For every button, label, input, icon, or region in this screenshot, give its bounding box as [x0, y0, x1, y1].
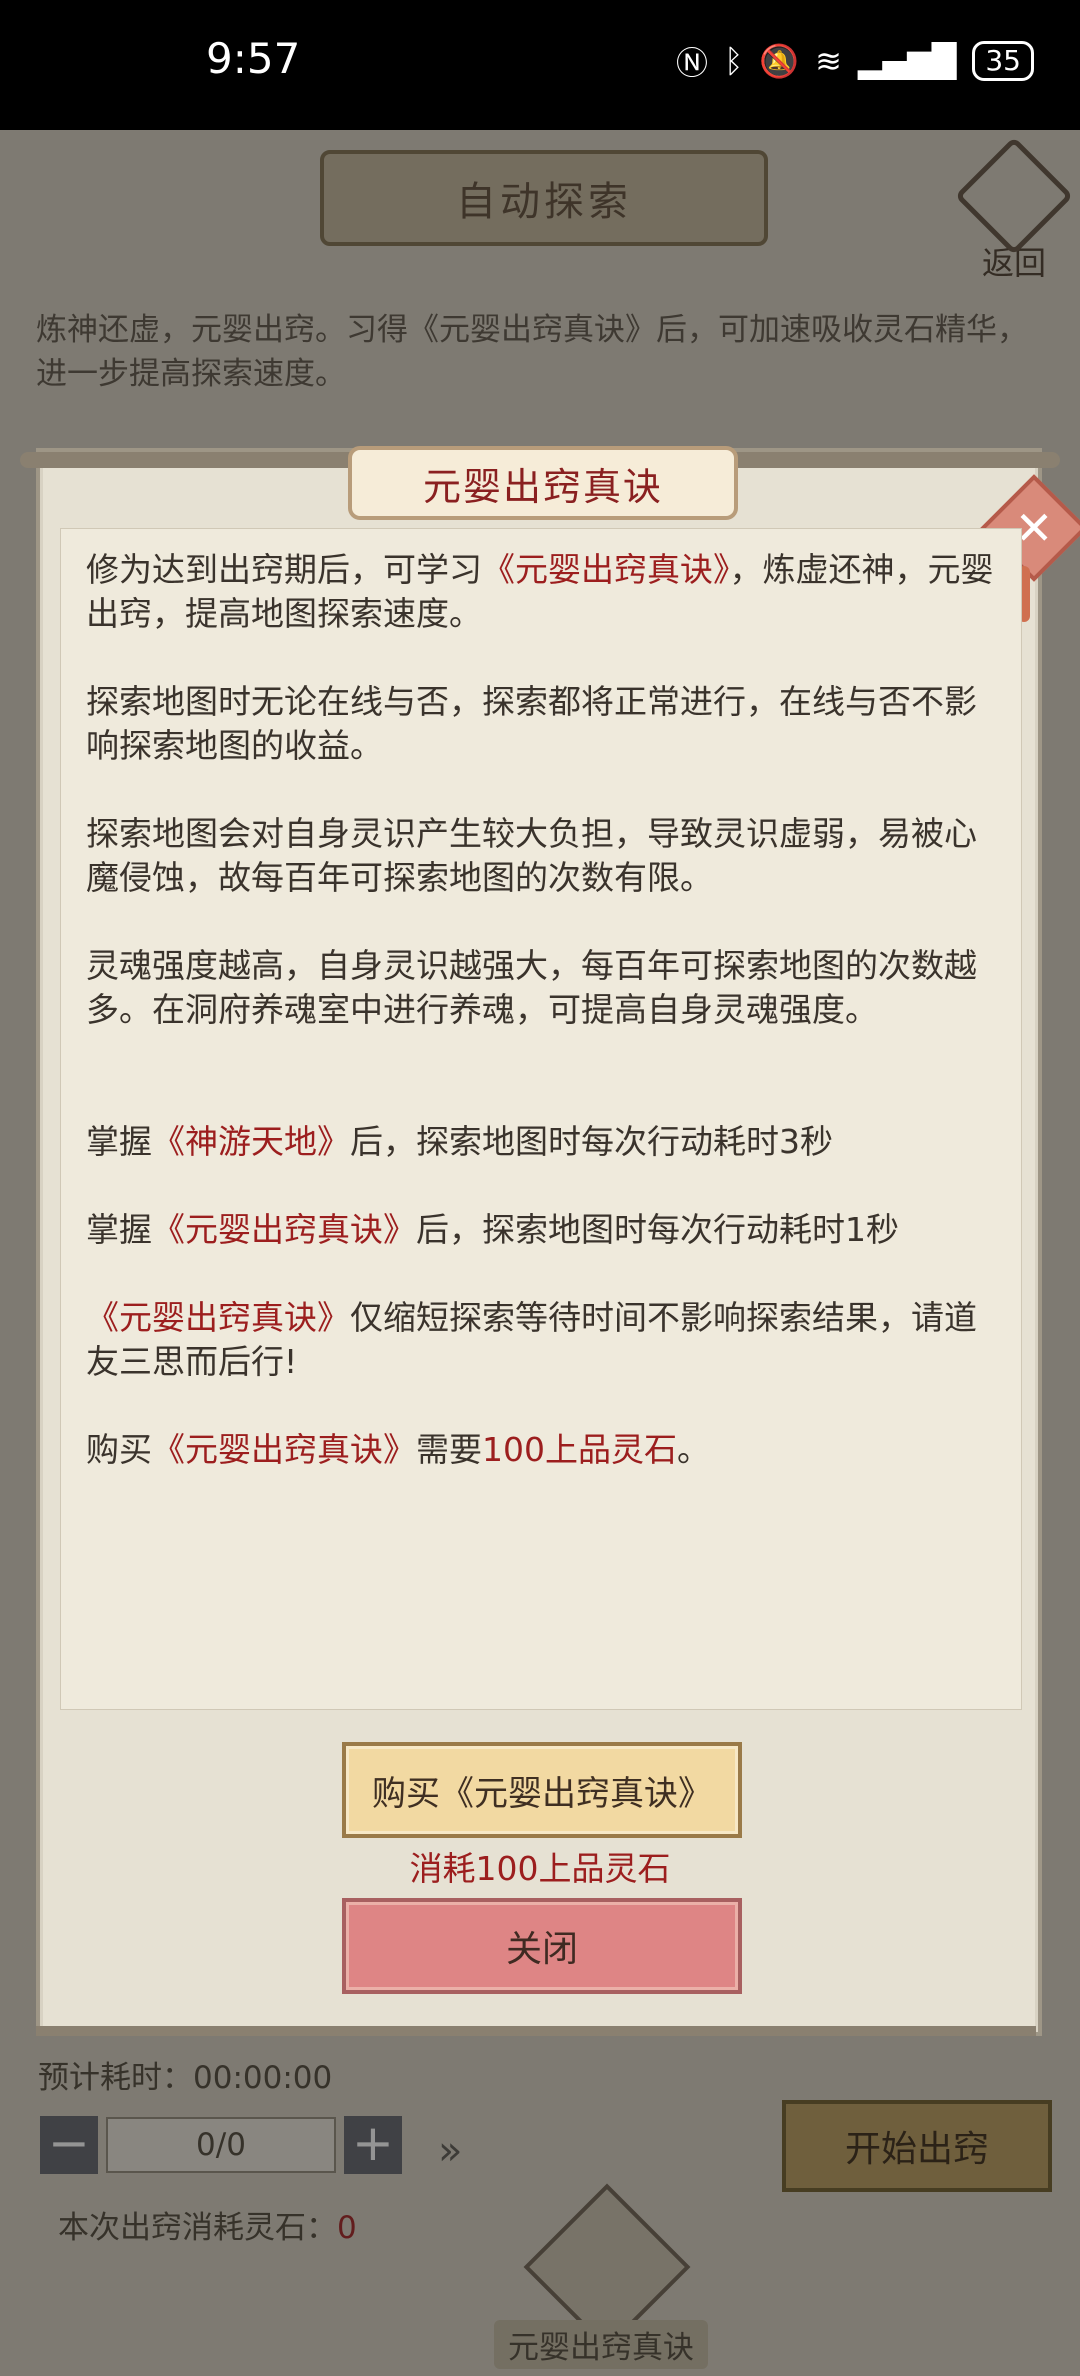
paragraph-7: 《元婴出窍真诀》仅缩短探索等待时间不影响探索结果，请道友三思而后行!: [86, 1296, 996, 1384]
paragraph-6: 掌握《元婴出窍真诀》后，探索地图时每次行动耗时1秒: [86, 1208, 996, 1252]
buy-button[interactable]: 购买《元婴出窍真诀》: [342, 1742, 742, 1838]
highlight-text: 《神游天地》: [152, 1122, 350, 1161]
status-icons: Ⓝ ᛒ 🔕 ≋ ▂▄▆█ 35: [676, 38, 1034, 84]
paragraph-5: 掌握《神游天地》后，探索地图时每次行动耗时3秒: [86, 1120, 996, 1164]
5g-signal-icon: ▂▄▆█: [857, 42, 957, 80]
text: 后，探索地图时每次行动耗时3秒: [350, 1122, 833, 1161]
nfc-icon: Ⓝ: [676, 44, 709, 82]
highlight-text: 《元婴出窍真诀》: [152, 1430, 416, 1469]
text: 修为达到出窍期后，可学习: [86, 550, 482, 589]
consume-text: 消耗100上品灵石: [409, 1849, 671, 1888]
bluetooth-icon: ᛒ: [724, 42, 744, 80]
text: 探索地图时无论在线与否，探索都将正常进行，在线与否不影响探索地图的收益。: [86, 682, 977, 765]
clock: 9:57: [206, 34, 301, 83]
paragraph-4: 灵魂强度越高，自身灵识越强大，每百年可探索地图的次数越多。在洞府养魂室中进行养魂…: [86, 944, 996, 1032]
text: 后，探索地图时每次行动耗时1秒: [416, 1210, 899, 1249]
text: 探索地图会对自身灵识产生较大负担，导致灵识虚弱，易被心魔侵蚀，故每百年可探索地图…: [86, 814, 977, 897]
paragraph-1: 修为达到出窍期后，可学习《元婴出窍真诀》，炼虚还神，元婴出窍，提高地图探索速度。: [86, 548, 996, 636]
battery-icon: 35: [972, 41, 1034, 81]
dialog-title: 元婴出窍真诀: [348, 446, 738, 520]
paragraph-2: 探索地图时无论在线与否，探索都将正常进行，在线与否不影响探索地图的收益。: [86, 680, 996, 768]
text: 掌握: [86, 1122, 152, 1161]
close-button[interactable]: 关闭: [342, 1898, 742, 1994]
status-bar: 9:57 Ⓝ ᛒ 🔕 ≋ ▂▄▆█ 35: [0, 0, 1080, 130]
text: 购买: [86, 1430, 152, 1469]
text: 。: [677, 1430, 710, 1469]
highlight-text: 《元婴出窍真诀》: [482, 550, 730, 589]
text: 掌握: [86, 1210, 152, 1249]
paragraph-8: 购买《元婴出窍真诀》需要100上品灵石。: [86, 1428, 996, 1472]
paragraph-3: 探索地图会对自身灵识产生较大负担，导致灵识虚弱，易被心魔侵蚀，故每百年可探索地图…: [86, 812, 996, 900]
text: 灵魂强度越高，自身灵识越强大，每百年可探索地图的次数越多。在洞府养魂室中进行养魂…: [86, 946, 977, 1029]
text: 需要: [416, 1430, 482, 1469]
wifi-icon: ≋: [815, 42, 842, 80]
dialog-bottom-bar: [36, 2026, 1036, 2036]
highlight-text: 《元婴出窍真诀》: [152, 1210, 416, 1249]
price-text: 100上品灵石: [482, 1430, 677, 1469]
highlight-text: 《元婴出窍真诀》: [86, 1298, 350, 1337]
mute-icon: 🔕: [759, 42, 800, 80]
